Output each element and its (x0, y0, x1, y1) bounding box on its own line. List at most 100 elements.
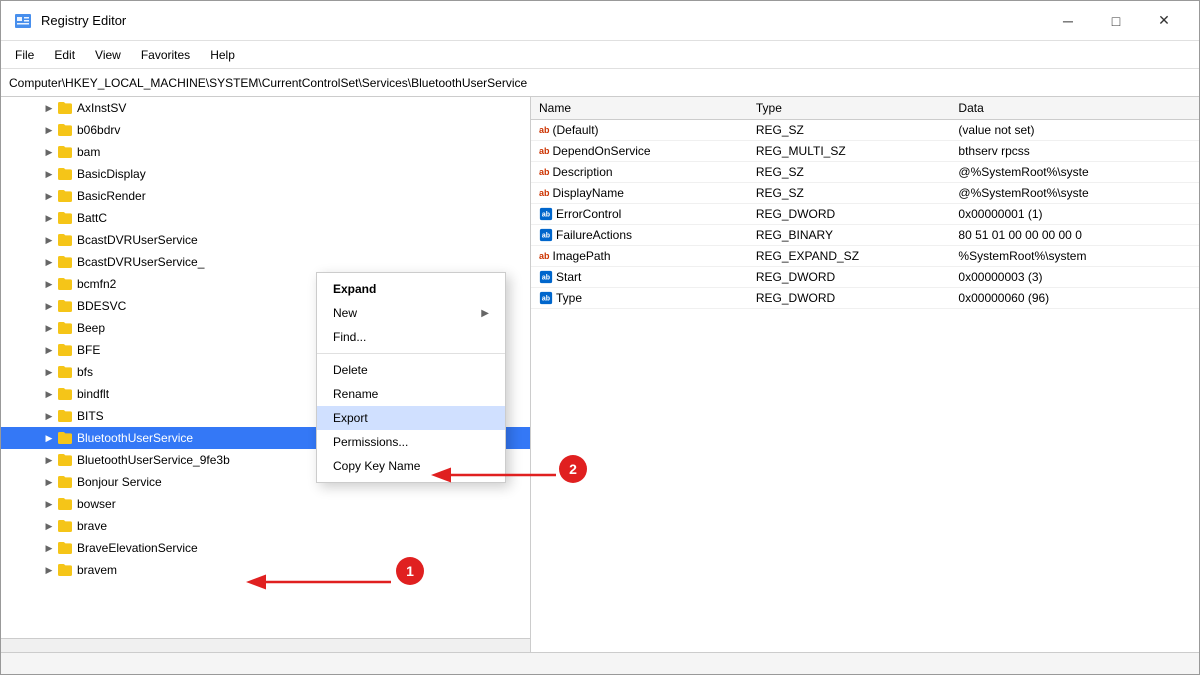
chevron-icon: ▶ (41, 166, 57, 182)
svg-text:ab: ab (542, 275, 550, 282)
folder-icon (57, 342, 73, 358)
ctx-export[interactable]: Export (317, 406, 505, 430)
window-controls: ─ □ ✕ (1045, 5, 1187, 37)
col-name[interactable]: Name (531, 97, 748, 120)
tree-item-b06bdrv[interactable]: ▶ b06bdrv (1, 119, 530, 141)
folder-icon (57, 100, 73, 116)
registry-pane: Name Type Data ab (Default) REG_SZ (valu… (531, 97, 1199, 652)
ab-icon: ab (539, 188, 550, 198)
folder-icon (57, 166, 73, 182)
tree-label: BDESVC (77, 299, 126, 313)
annotation-arrow-2 (426, 460, 566, 490)
tree-item-bcastdvruserservice[interactable]: ▶ BcastDVRUserService (1, 229, 530, 251)
minimize-button[interactable]: ─ (1045, 5, 1091, 37)
status-bar (1, 652, 1199, 674)
chevron-icon: ▶ (41, 254, 57, 270)
col-type[interactable]: Type (748, 97, 951, 120)
chevron-icon: ▶ (41, 320, 57, 336)
col-data[interactable]: Data (950, 97, 1199, 120)
folder-icon (57, 122, 73, 138)
table-row[interactable]: ab DisplayName REG_SZ @%SystemRoot%\syst… (531, 183, 1199, 204)
folder-icon (57, 320, 73, 336)
chevron-icon: ▶ (41, 100, 57, 116)
tree-item-brave[interactable]: ▶ brave (1, 515, 530, 537)
name-cell: ab Start (539, 270, 740, 284)
ab-icon: ab (539, 146, 550, 156)
table-row[interactable]: ab Type REG_DWORD 0x00000060 (96) (531, 288, 1199, 309)
table-row[interactable]: ab Description REG_SZ @%SystemRoot%\syst… (531, 162, 1199, 183)
ab-icon: ab (539, 167, 550, 177)
name-cell: ab ErrorControl (539, 207, 740, 221)
tree-label: BraveElevationService (77, 541, 198, 555)
table-row[interactable]: ab FailureActions REG_BINARY 80 51 01 00… (531, 225, 1199, 246)
dword-icon: ab (539, 228, 553, 242)
registry-editor-window: Registry Editor ─ □ ✕ File Edit View Fav… (0, 0, 1200, 675)
table-row[interactable]: ab Start REG_DWORD 0x00000003 (3) (531, 267, 1199, 288)
menu-view[interactable]: View (85, 44, 131, 66)
tree-item-axinstsv[interactable]: ▶ AxInstSV (1, 97, 530, 119)
window-title: Registry Editor (41, 13, 126, 28)
tree-label: BcastDVRUserService_ (77, 255, 204, 269)
tree-label-bluetooth: BluetoothUserService (77, 431, 193, 445)
menu-file[interactable]: File (5, 44, 44, 66)
tree-item-bam[interactable]: ▶ bam (1, 141, 530, 163)
folder-icon (57, 540, 73, 556)
chevron-icon: ▶ (41, 408, 57, 424)
tree-item-basicrender[interactable]: ▶ BasicRender (1, 185, 530, 207)
folder-icon (57, 298, 73, 314)
table-row[interactable]: ab DependOnService REG_MULTI_SZ bthserv … (531, 141, 1199, 162)
chevron-icon: ▶ (41, 518, 57, 534)
folder-icon (57, 518, 73, 534)
chevron-icon: ▶ (41, 232, 57, 248)
maximize-button[interactable]: □ (1093, 5, 1139, 37)
folder-icon (57, 408, 73, 424)
folder-icon (57, 254, 73, 270)
ab-icon: ab (539, 251, 550, 261)
tree-label: Beep (77, 321, 105, 335)
menu-favorites[interactable]: Favorites (131, 44, 200, 66)
tree-label: BITS (77, 409, 104, 423)
chevron-icon: ▶ (41, 474, 57, 490)
title-bar: Registry Editor ─ □ ✕ (1, 1, 1199, 41)
chevron-icon: ▶ (41, 342, 57, 358)
folder-icon (57, 144, 73, 160)
tree-item-braveelevationservice[interactable]: ▶ BraveElevationService (1, 537, 530, 559)
tree-label: bfs (77, 365, 93, 379)
tree-item-bowser[interactable]: ▶ bowser (1, 493, 530, 515)
tree-label: bam (77, 145, 100, 159)
folder-icon (57, 496, 73, 512)
ctx-find[interactable]: Find... (317, 325, 505, 349)
folder-icon (57, 386, 73, 402)
tree-label: bindflt (77, 387, 109, 401)
ctx-permissions[interactable]: Permissions... (317, 430, 505, 454)
ctx-expand[interactable]: Expand (317, 277, 505, 301)
menu-edit[interactable]: Edit (44, 44, 85, 66)
close-button[interactable]: ✕ (1141, 5, 1187, 37)
tree-label: BattC (77, 211, 107, 225)
tree-scrollbar-h[interactable] (1, 638, 530, 652)
chevron-icon: ▶ (41, 496, 57, 512)
menu-help[interactable]: Help (200, 44, 245, 66)
tree-item-basicdisplay[interactable]: ▶ BasicDisplay (1, 163, 530, 185)
svg-text:ab: ab (542, 296, 550, 303)
ctx-delete[interactable]: Delete (317, 358, 505, 382)
ctx-rename[interactable]: Rename (317, 382, 505, 406)
app-icon (13, 11, 33, 31)
table-row[interactable]: ab (Default) REG_SZ (value not set) (531, 120, 1199, 141)
tree-label: AxInstSV (77, 101, 126, 115)
table-row[interactable]: ab ImagePath REG_EXPAND_SZ %SystemRoot%\… (531, 246, 1199, 267)
tree-label: BasicDisplay (77, 167, 146, 181)
svg-text:ab: ab (542, 212, 550, 219)
tree-item-battc[interactable]: ▶ BattC (1, 207, 530, 229)
tree-item-bcastdvruserservice2[interactable]: ▶ BcastDVRUserService_ (1, 251, 530, 273)
dword-icon: ab (539, 270, 553, 284)
table-row[interactable]: ab ErrorControl REG_DWORD 0x00000001 (1) (531, 204, 1199, 225)
name-cell: ab Type (539, 291, 740, 305)
folder-icon (57, 210, 73, 226)
tree-label: BcastDVRUserService (77, 233, 198, 247)
dword-icon: ab (539, 291, 553, 305)
tree-label: b06bdrv (77, 123, 120, 137)
ctx-new-arrow: ▶ (481, 308, 489, 319)
ctx-new[interactable]: New ▶ (317, 301, 505, 325)
chevron-icon: ▶ (41, 430, 57, 446)
